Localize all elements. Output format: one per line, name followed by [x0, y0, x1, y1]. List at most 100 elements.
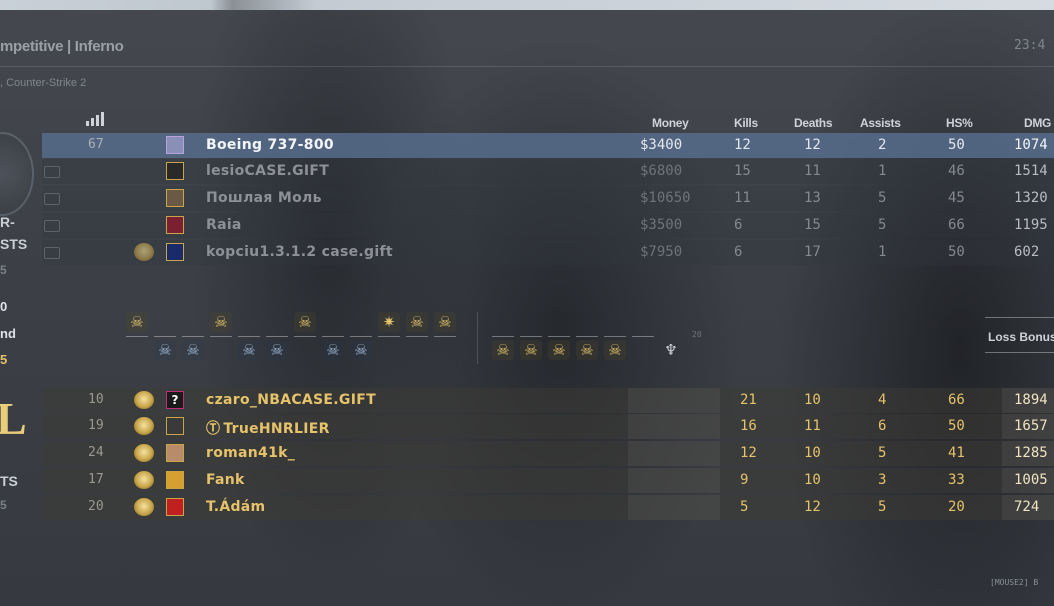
player-name[interactable]: Fank [206, 472, 245, 488]
t-round-win-icon: ☠ [604, 340, 626, 360]
ct-player-row[interactable]: Пошлая Моль $10650 11 13 5 45 1320 [42, 186, 1054, 211]
t-team-sub: 5 [0, 498, 7, 512]
player-hs: 46 [948, 163, 965, 179]
player-assists: 6 [878, 418, 887, 434]
player-name[interactable]: Ⓣ TrueHNRLIER [206, 418, 330, 438]
t-round-win-icon: ☠ [548, 340, 570, 360]
player-name[interactable]: Boeing 737-800 [206, 137, 334, 153]
column-header-dmg[interactable]: DMG [1024, 116, 1051, 130]
player-kills: 6 [734, 244, 743, 260]
round-tick [126, 336, 148, 337]
ct-round-win-icon: ☠ [266, 340, 288, 360]
player-money: $7950 [640, 244, 683, 260]
loss-bonus-label: Loss Bonus [988, 330, 1054, 344]
player-avatar[interactable] [166, 136, 184, 154]
round-tick [238, 336, 260, 337]
player-deaths: 17 [804, 244, 821, 260]
t-team-label: TS [0, 473, 18, 489]
t-round-win-icon: ☠ [294, 312, 316, 332]
player-kills: 12 [734, 137, 751, 153]
player-avatar[interactable] [166, 162, 184, 180]
player-avatar[interactable] [166, 243, 184, 261]
player-avatar[interactable] [166, 189, 184, 207]
ct-stat-1: 0 [0, 299, 8, 314]
player-hs: 41 [948, 445, 965, 461]
ct-team-label-1: R- [0, 214, 15, 230]
player-ping: 10 [88, 392, 104, 407]
t-round-win-icon: ✷ [378, 312, 400, 332]
player-assists: 3 [878, 472, 887, 488]
ct-player-row[interactable]: Raia $3500 6 15 5 66 1195 [42, 213, 1054, 238]
money-hidden-cell [628, 495, 720, 520]
ct-player-row[interactable]: lesioCASE.GIFT $6800 15 11 1 46 1514 [42, 159, 1054, 184]
money-hidden-cell [628, 414, 720, 439]
round-tick [350, 336, 372, 337]
player-assists: 5 [878, 217, 887, 233]
player-hs: 33 [948, 472, 965, 488]
round-tick [434, 336, 456, 337]
player-avatar[interactable] [166, 216, 184, 234]
match-subtitle: , Counter-Strike 2 [0, 77, 87, 89]
player-ping: 20 [88, 499, 104, 514]
player-name[interactable]: roman41k_ [206, 445, 295, 461]
player-deaths: 12 [804, 499, 821, 515]
rank-icon [134, 243, 154, 261]
player-name[interactable]: kopciu1.3.1.2 case.gift [206, 244, 393, 260]
half-divider [477, 312, 478, 364]
player-assists: 2 [878, 137, 887, 153]
player-deaths: 10 [804, 392, 821, 408]
player-name[interactable]: Raia [206, 217, 242, 233]
player-hs: 50 [948, 418, 965, 434]
column-header-hs[interactable]: HS% [946, 116, 973, 130]
column-header-kills[interactable]: Kills [734, 116, 758, 130]
player-name[interactable]: T.Ádám [206, 499, 265, 515]
player-avatar[interactable] [166, 444, 184, 462]
round-tick [406, 336, 428, 337]
player-avatar[interactable] [166, 417, 184, 435]
player-deaths: 13 [804, 190, 821, 206]
t-round-win-icon: ☠ [210, 312, 232, 332]
player-avatar[interactable] [166, 498, 184, 516]
player-hs: 50 [948, 137, 965, 153]
player-dmg: 1320 [1014, 190, 1048, 206]
player-name[interactable]: Пошлая Моль [206, 190, 322, 206]
t-round-win-icon: ☠ [576, 340, 598, 360]
t-player-row[interactable]: 24 roman41k_ 12 10 5 41 1285 [42, 441, 1054, 466]
player-money: $6800 [640, 163, 683, 179]
rank-icon [134, 417, 154, 435]
player-dmg: 1005 [1014, 472, 1048, 488]
ct-team-label-2: STS [0, 236, 28, 252]
t-round-win-icon: ☠ [126, 312, 148, 332]
round-tick [266, 336, 288, 337]
ct-player-row[interactable]: kopciu1.3.1.2 case.gift $7950 6 17 1 50 602 [42, 240, 1054, 265]
player-hs: 66 [948, 217, 965, 233]
round-tick [154, 336, 176, 337]
player-avatar[interactable]: ? [166, 391, 184, 409]
t-player-row[interactable]: 20 T.Ádám 5 12 5 20 724 [42, 495, 1054, 520]
player-assists: 1 [878, 244, 887, 260]
round-tick [182, 336, 204, 337]
player-name[interactable]: lesioCASE.GIFT [206, 163, 329, 179]
round-tick [520, 336, 542, 337]
column-header-deaths[interactable]: Deaths [794, 116, 833, 130]
player-name[interactable]: czaro_NBACASE.GIFT [206, 392, 376, 408]
column-header-assists[interactable]: Assists [860, 116, 901, 130]
ct-player-row[interactable]: 67 Boeing 737-800 $3400 12 12 2 50 1074 [42, 133, 1054, 158]
t-player-row[interactable]: 17 Fank 9 10 3 33 1005 [42, 468, 1054, 493]
player-hs: 66 [948, 392, 965, 408]
round-tick [294, 336, 316, 337]
ct-team-sub: 5 [0, 263, 7, 277]
player-dmg: 1285 [1014, 445, 1048, 461]
ct-round-win-icon: ☠ [238, 340, 260, 360]
rank-icon [134, 471, 154, 489]
column-header-money[interactable]: Money [652, 116, 689, 130]
match-title: mpetitive | Inferno [0, 38, 124, 55]
player-deaths: 12 [804, 137, 821, 153]
player-avatar[interactable] [166, 471, 184, 489]
player-assists: 5 [878, 499, 887, 515]
player-deaths: 10 [804, 445, 821, 461]
t-player-row[interactable]: 19 Ⓣ TrueHNRLIER 16 11 6 50 1657 [42, 414, 1054, 439]
t-round-win-icon: ☠ [406, 312, 428, 332]
player-deaths: 11 [804, 418, 821, 434]
t-player-row[interactable]: 10? czaro_NBACASE.GIFT 21 10 4 66 1894 [42, 388, 1054, 413]
